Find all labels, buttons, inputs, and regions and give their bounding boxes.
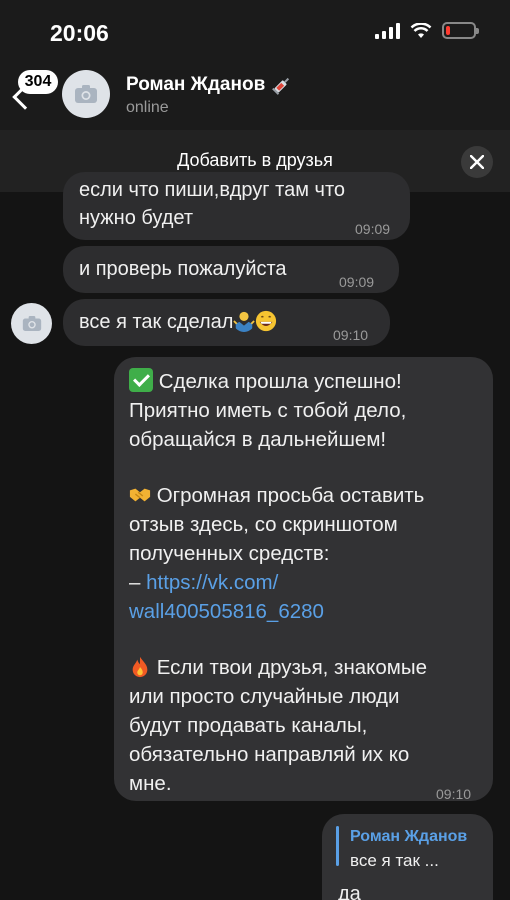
message-line: полученных средств:	[129, 542, 330, 565]
contact-name-row[interactable]: Роман Жданов	[126, 74, 293, 96]
message-bubble[interactable]: и проверь пожалуйста 09:09	[63, 246, 399, 293]
wifi-icon	[410, 22, 432, 38]
message-paragraph-3: Если твои друзья, знакомые или просто сл…	[129, 653, 427, 798]
message-line: отзыв здесь, со скриншотом	[129, 513, 398, 536]
unread-count-badge: 304	[18, 70, 58, 94]
message-line: будут продавать каналы,	[129, 714, 368, 737]
review-link-continued[interactable]: wall400505816_6280	[129, 597, 424, 626]
message-time: 09:09	[339, 274, 375, 290]
message-line: обращайся в дальнейшем!	[129, 428, 387, 451]
message-bubble[interactable]: если что пиши,вдруг там что нужно будет …	[63, 172, 410, 240]
message-time: 09:10	[436, 786, 472, 802]
fire-emoji-icon	[132, 656, 148, 678]
message-text-row: все я так сделал	[79, 308, 277, 337]
reply-bar	[336, 826, 339, 866]
status-icons	[375, 22, 479, 39]
avatar[interactable]	[62, 70, 110, 118]
battery-fill	[446, 26, 450, 35]
signal-icon	[375, 22, 400, 39]
message-text: все я так сделал	[79, 311, 234, 333]
message-text-partial: если что пиши,вдруг там что	[79, 179, 345, 201]
add-friend-button[interactable]: Добавить в друзья	[0, 150, 510, 171]
message-line: Сделка прошла успешно!	[158, 370, 402, 393]
close-button[interactable]	[461, 146, 493, 178]
grinning-face-emoji-icon	[256, 310, 277, 332]
message-bubble[interactable]: все я так сделал 09:10	[63, 299, 390, 346]
back-button[interactable]: 304	[12, 70, 58, 120]
message-bubble[interactable]: Сделка прошла успешно! Приятно иметь с т…	[114, 357, 493, 802]
message-line: или просто случайные люди	[129, 685, 400, 708]
status-bar: 20:06	[0, 0, 510, 64]
contact-name: Роман Жданов	[126, 74, 266, 95]
check-mark-emoji-icon	[129, 368, 153, 392]
link-prefix: –	[129, 571, 147, 594]
message-line: Приятно иметь с тобой дело,	[129, 399, 407, 422]
person-shrugging-emoji-icon	[233, 311, 256, 332]
message-time: 09:09	[355, 221, 391, 237]
handshake-emoji-icon	[129, 488, 151, 502]
review-link[interactable]: https://vk.com/	[146, 571, 278, 594]
message-paragraph-1: Сделка прошла успешно! Приятно иметь с т…	[129, 367, 406, 454]
message-time: 09:10	[333, 327, 369, 343]
message-line: Если твои друзья, знакомые	[156, 656, 428, 679]
message-line: мне.	[129, 772, 172, 795]
reply-text: все я так ...	[350, 851, 439, 870]
message-text: нужно будет	[79, 207, 194, 229]
camera-icon	[75, 85, 97, 103]
avatar[interactable]	[11, 303, 52, 344]
message-paragraph-2: Огромная просьба оставить отзыв здесь, с…	[129, 481, 424, 626]
battery-icon	[442, 22, 479, 39]
syringe-emoji-icon	[272, 77, 290, 95]
close-icon	[470, 155, 484, 169]
message-line: Огромная просьба оставить	[156, 484, 425, 507]
message-line: обязательно направляй их ко	[129, 743, 410, 766]
status-time: 20:06	[50, 20, 109, 46]
chat-header: 304 Роман Жданов online	[0, 64, 510, 130]
message-time: 09:10	[438, 892, 473, 900]
message-text: да	[338, 883, 361, 900]
message-text: и проверь пожалуйста	[79, 258, 287, 280]
contact-status: online	[126, 99, 169, 116]
message-bubble[interactable]: Роман Жданов все я так ... да 09:10	[322, 814, 493, 900]
camera-icon	[22, 316, 41, 331]
